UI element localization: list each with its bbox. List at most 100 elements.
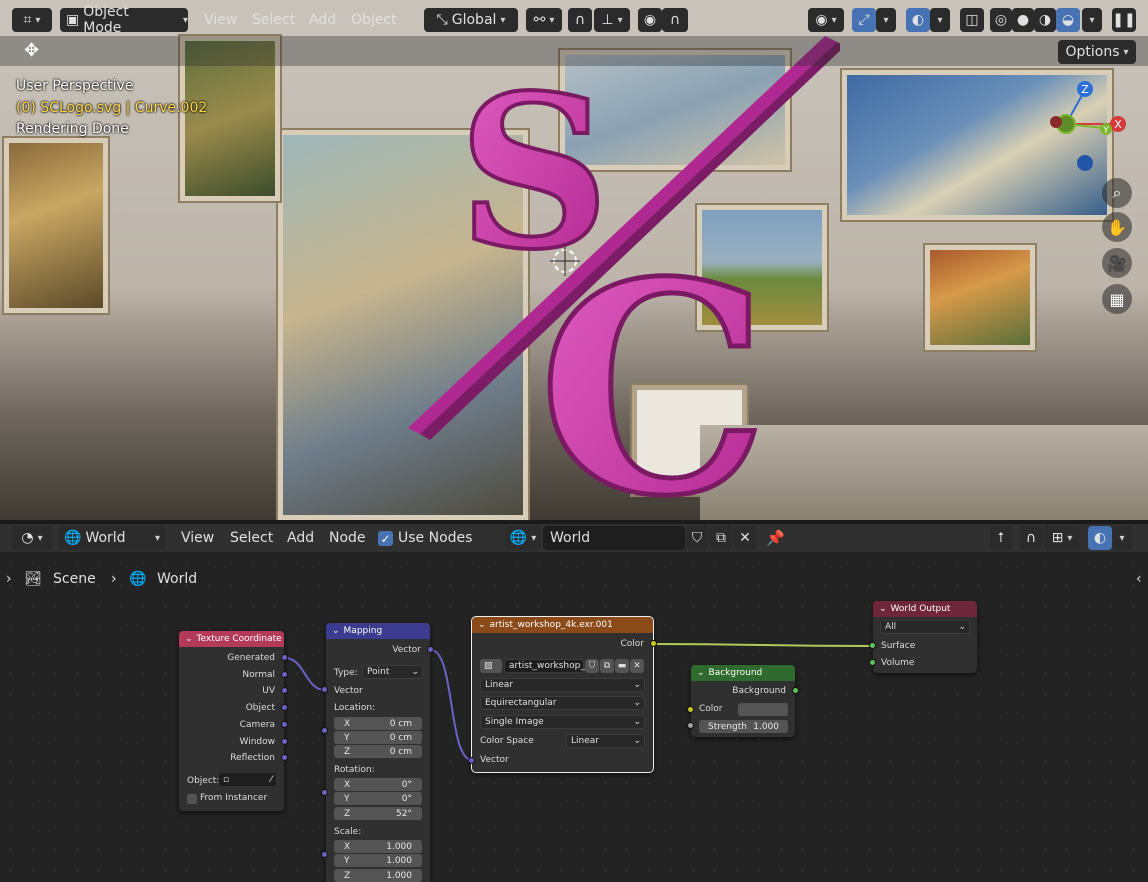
transform-orientation-dropdown[interactable]: ⤡ Global ▾ bbox=[424, 8, 518, 32]
color-swatch[interactable] bbox=[738, 703, 788, 716]
socket-mapping-vector-out[interactable] bbox=[427, 646, 434, 653]
socket-background-out[interactable] bbox=[792, 687, 799, 694]
scale-z-field[interactable]: Z 1.000 bbox=[334, 869, 422, 882]
socket-rotation[interactable] bbox=[321, 789, 328, 796]
location-x-field[interactable]: X 0 cm bbox=[334, 717, 422, 730]
shader-type-dropdown[interactable]: 🌐 World ▾ bbox=[58, 526, 166, 550]
color-space-dropdown[interactable]: Linear ⌄ bbox=[566, 734, 645, 748]
world-browse-button[interactable]: 🌐 ▾ bbox=[505, 526, 541, 550]
parent-node-tree-button[interactable]: ⭡ bbox=[990, 526, 1012, 550]
3d-viewport[interactable]: S C ⌗ ▾ ▣ Object Mode ▾ View Select Add Obj… bbox=[0, 0, 1148, 520]
node-menu-view[interactable]: View bbox=[181, 530, 214, 546]
socket-color-in[interactable] bbox=[687, 706, 694, 713]
world-name-field[interactable]: World bbox=[543, 526, 685, 550]
camera-icon[interactable]: 🎥 bbox=[1102, 248, 1132, 278]
hand-icon[interactable]: ✋ bbox=[1102, 212, 1132, 242]
shading-menu[interactable]: ▾ bbox=[1082, 8, 1102, 32]
fake-user-button[interactable]: ⛉ bbox=[686, 526, 708, 550]
render-target-dropdown[interactable]: All ⌄ bbox=[880, 620, 970, 634]
texture-coordinate-node[interactable]: ⌄ Texture Coordinate Generated Normal UV … bbox=[179, 631, 284, 811]
strength-field[interactable]: Strength 1.000 bbox=[699, 720, 788, 733]
socket-env-color-out[interactable] bbox=[650, 640, 657, 647]
scale-x-field[interactable]: X 1.000 bbox=[334, 840, 422, 853]
shading-wireframe[interactable]: ◎ bbox=[990, 8, 1012, 32]
world-output-node[interactable]: ⌄ World Output All ⌄ Surface Volume bbox=[873, 601, 977, 673]
socket-normal[interactable] bbox=[281, 671, 288, 678]
menu-select[interactable]: Select bbox=[252, 12, 295, 28]
socket-generated[interactable] bbox=[281, 654, 288, 661]
rotation-x-field[interactable]: X 0° bbox=[334, 778, 422, 791]
snap-toggle[interactable]: ∩ bbox=[568, 8, 592, 32]
pivot-button[interactable]: ⚯ ▾ bbox=[526, 8, 562, 32]
socket-surface-in[interactable] bbox=[869, 642, 876, 649]
socket-strength-in[interactable] bbox=[687, 722, 694, 729]
interpolation-dropdown[interactable]: Linear ⌄ bbox=[480, 678, 645, 692]
pause-render-button[interactable]: ❚❚ bbox=[1112, 8, 1136, 32]
move-tool-icon[interactable]: ✥ bbox=[24, 40, 39, 61]
eyedropper-icon[interactable]: ⁄ bbox=[270, 775, 272, 785]
collapse-chevron-icon[interactable]: ⌄ bbox=[332, 626, 340, 636]
menu-view[interactable]: View bbox=[204, 12, 237, 28]
node-menu-node[interactable]: Node bbox=[329, 530, 366, 546]
breadcrumb-world[interactable]: World bbox=[157, 571, 197, 587]
node-editor-type-button[interactable]: ◔ ▾ bbox=[12, 526, 52, 550]
sidebar-toggle-icon[interactable]: ‹ bbox=[1136, 571, 1142, 587]
background-node[interactable]: ⌄ Background Background Color Strength 1.0… bbox=[691, 665, 795, 737]
proportional-edit-toggle[interactable]: ◉ bbox=[638, 8, 662, 32]
collapse-chevron-icon[interactable]: ⌄ bbox=[478, 620, 486, 630]
object-picker-field[interactable]: ▫ ⁄ bbox=[219, 773, 276, 786]
socket-camera[interactable] bbox=[281, 721, 288, 728]
duplicate-image-button[interactable]: ⧉ bbox=[600, 659, 614, 673]
mapping-node[interactable]: ⌄ Mapping Vector Type: Point ⌄ Vector Loca… bbox=[326, 623, 430, 882]
environment-texture-node[interactable]: ⌄ artist_workshop_4k.exr.001 Color ▨ arti… bbox=[471, 616, 654, 773]
node-menu-select[interactable]: Select bbox=[230, 530, 273, 546]
menu-add[interactable]: Add bbox=[309, 12, 336, 28]
socket-scale[interactable] bbox=[321, 851, 328, 858]
fake-user-button[interactable]: ⛉ bbox=[585, 659, 599, 673]
grid-icon[interactable]: ▦ bbox=[1102, 284, 1132, 314]
breadcrumb-scene[interactable]: Scene bbox=[53, 571, 96, 587]
unlink-button[interactable]: ✕ bbox=[734, 526, 756, 550]
editor-type-button[interactable]: ⌗ ▾ bbox=[12, 8, 52, 32]
shading-material[interactable]: ◑ bbox=[1034, 8, 1056, 32]
shading-solid[interactable]: ● bbox=[1012, 8, 1034, 32]
xray-toggle[interactable]: ◫ bbox=[960, 8, 984, 32]
rotation-y-field[interactable]: Y 0° bbox=[334, 792, 422, 805]
location-z-field[interactable]: Z 0 cm bbox=[334, 745, 422, 758]
navigation-gizmo[interactable]: Z X Y bbox=[1040, 76, 1130, 176]
socket-location[interactable] bbox=[321, 727, 328, 734]
projection-dropdown[interactable]: Equirectangular ⌄ bbox=[480, 696, 645, 710]
gizmo-menu[interactable]: ▾ bbox=[876, 8, 896, 32]
snap-target-button[interactable]: ⊥ ▾ bbox=[594, 8, 630, 32]
socket-mapping-vector-in[interactable] bbox=[321, 686, 328, 693]
image-name-field[interactable]: artist_workshop_... bbox=[504, 659, 593, 673]
visibility-button[interactable]: ◉ ▾ bbox=[808, 8, 844, 32]
socket-volume-in[interactable] bbox=[869, 659, 876, 666]
falloff-button[interactable]: ∩ bbox=[662, 8, 688, 32]
node-overlay-menu[interactable]: ▾ bbox=[1112, 526, 1132, 550]
source-dropdown[interactable]: Single Image ⌄ bbox=[480, 715, 645, 729]
collapse-chevron-icon[interactable]: ⌄ bbox=[185, 634, 193, 644]
collapse-chevron-icon[interactable]: ⌄ bbox=[697, 668, 705, 678]
options-dropdown[interactable]: Options ▾ bbox=[1058, 40, 1136, 64]
collapse-chevron-icon[interactable]: ⌄ bbox=[879, 604, 887, 614]
node-snap-menu[interactable]: ⊞ ▾ bbox=[1044, 526, 1080, 550]
pin-icon[interactable]: 📌 bbox=[766, 529, 785, 547]
use-nodes-checkbox[interactable]: ✓ bbox=[378, 531, 393, 546]
node-snap-toggle[interactable]: ∩ bbox=[1020, 526, 1042, 550]
mapping-type-dropdown[interactable]: Point ⌄ bbox=[362, 665, 423, 679]
zoom-icon[interactable]: ⌕ bbox=[1102, 178, 1132, 208]
scale-y-field[interactable]: Y 1.000 bbox=[334, 854, 422, 867]
socket-uv[interactable] bbox=[281, 687, 288, 694]
open-image-button[interactable]: ▬ bbox=[615, 659, 629, 673]
duplicate-button[interactable]: ⧉ bbox=[710, 526, 732, 550]
rotation-z-field[interactable]: Z 52° bbox=[334, 807, 422, 820]
node-menu-add[interactable]: Add bbox=[287, 530, 314, 546]
socket-object[interactable] bbox=[281, 704, 288, 711]
node-overlay-toggle[interactable]: ◐ bbox=[1088, 526, 1112, 550]
object-mode-dropdown[interactable]: ▣ Object Mode ▾ bbox=[60, 4, 188, 36]
image-browse-button[interactable]: ▨ bbox=[480, 659, 502, 673]
location-y-field[interactable]: Y 0 cm bbox=[334, 731, 422, 744]
shading-rendered[interactable]: ◒ bbox=[1056, 8, 1080, 32]
unlink-image-button[interactable]: ✕ bbox=[630, 659, 644, 673]
